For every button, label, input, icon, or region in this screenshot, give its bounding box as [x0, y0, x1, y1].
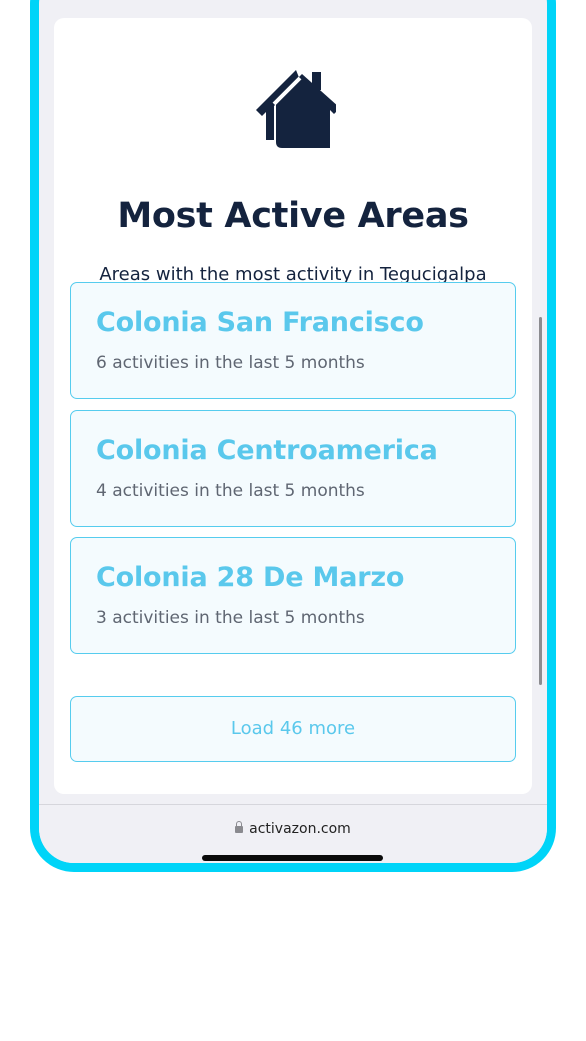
area-activity-count: 4 activities in the last 5 months: [96, 481, 365, 501]
area-card-colonia-centroamerica[interactable]: Colonia Centroamerica 4 activities in th…: [70, 410, 516, 527]
page-title: Most Active Areas: [117, 196, 469, 236]
area-card-colonia-san-francisco[interactable]: Colonia San Francisco 6 activities in th…: [70, 282, 516, 399]
url-text: activazon.com: [249, 821, 351, 837]
load-more-button[interactable]: Load 46 more: [70, 696, 516, 762]
area-card-colonia-28-de-marzo[interactable]: Colonia 28 De Marzo 3 activities in the …: [70, 537, 516, 654]
area-activity-count: 3 activities in the last 5 months: [96, 608, 365, 628]
house-icon: [256, 70, 336, 148]
scrollbar[interactable]: [539, 317, 542, 685]
url-display[interactable]: activazon.com: [39, 821, 547, 837]
area-name: Colonia 28 De Marzo: [96, 562, 405, 593]
browser-address-bar[interactable]: activazon.com: [39, 804, 547, 863]
lock-icon: [235, 821, 244, 833]
area-activity-count: 6 activities in the last 5 months: [96, 353, 365, 373]
area-name: Colonia San Francisco: [96, 307, 424, 338]
area-name: Colonia Centroamerica: [96, 435, 438, 466]
content-card: Most Active Areas Areas with the most ac…: [54, 18, 532, 794]
home-indicator[interactable]: [202, 855, 383, 861]
phone-frame: Most Active Areas Areas with the most ac…: [30, 0, 556, 872]
